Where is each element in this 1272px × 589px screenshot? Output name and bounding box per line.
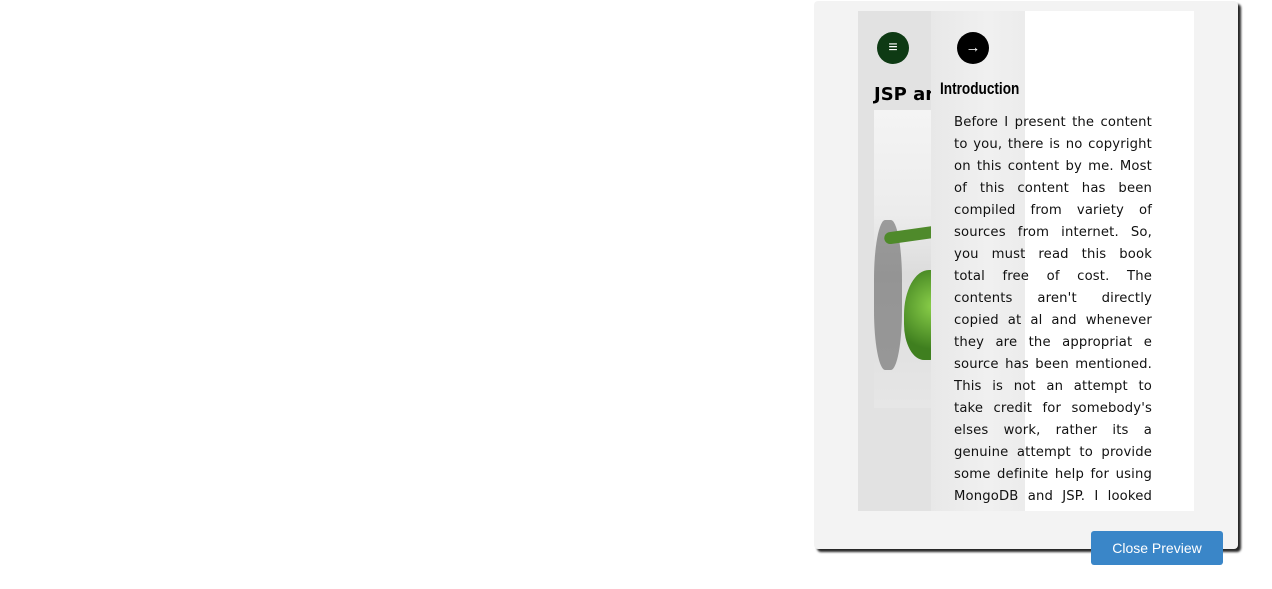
cover-image [874, 110, 931, 408]
preview-modal: ≡ JSP and → Introduction Before I presen… [814, 1, 1238, 549]
cover-page: ≡ JSP and [858, 11, 931, 511]
arrow-right-icon[interactable]: → [957, 32, 989, 64]
close-preview-button[interactable]: Close Preview [1091, 531, 1223, 565]
chapter-text: Before I present the content to you, the… [954, 115, 1152, 504]
cover-title: JSP and [874, 84, 931, 105]
cover-leaf [904, 270, 931, 360]
menu-icon[interactable]: ≡ [877, 32, 909, 64]
book-viewer[interactable]: ≡ JSP and → Introduction Before I presen… [858, 11, 1194, 511]
chapter-title: Introduction [940, 79, 1020, 98]
